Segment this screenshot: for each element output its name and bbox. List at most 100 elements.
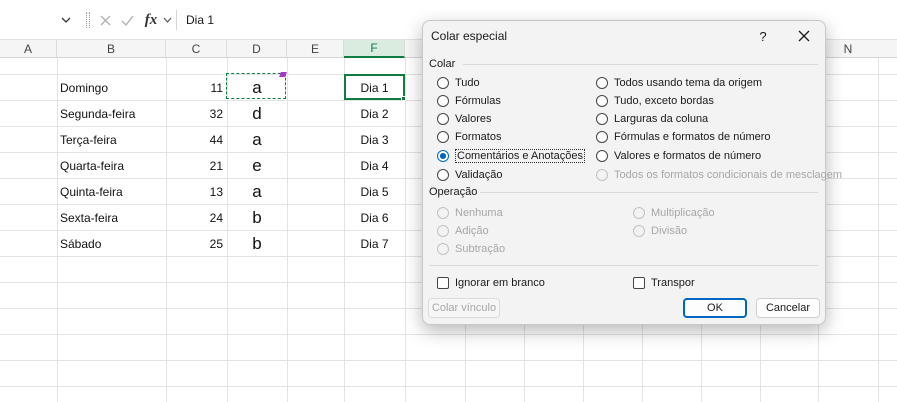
paste-option-column-widths[interactable]: Larguras da coluna xyxy=(596,111,708,127)
group-divider xyxy=(463,64,818,65)
radio-icon xyxy=(596,169,608,181)
checkmark-icon xyxy=(121,15,134,26)
paste-option-except-borders[interactable]: Tudo, exceto bordas xyxy=(596,93,714,109)
column-header-f[interactable]: F xyxy=(344,40,405,58)
help-button[interactable]: ? xyxy=(752,25,774,47)
close-icon xyxy=(100,15,110,25)
cell-b-day[interactable]: Quarta-feira xyxy=(57,153,166,178)
formula-dropdown[interactable] xyxy=(160,9,174,31)
radio-icon xyxy=(596,113,608,125)
skip-blanks-checkbox[interactable]: Ignorar em branco xyxy=(437,275,545,291)
option-label: Divisão xyxy=(651,225,688,237)
column-header-e[interactable]: E xyxy=(287,40,344,58)
cell-b-day[interactable]: Domingo xyxy=(57,75,166,100)
operation-option-divide: Divisão xyxy=(633,223,687,239)
copy-marquee xyxy=(226,73,286,99)
option-label: Validação xyxy=(455,169,503,181)
radio-icon xyxy=(437,95,449,107)
cell-f-label[interactable]: Dia 6 xyxy=(344,205,405,230)
group-divider xyxy=(429,265,818,266)
paste-group-label: Colar xyxy=(429,58,456,70)
paste-option-validation[interactable]: Validação xyxy=(437,167,503,183)
option-label: Tudo xyxy=(455,77,480,89)
cell-d-letter[interactable]: d xyxy=(227,101,287,126)
paste-option-formulas[interactable]: Fórmulas xyxy=(437,93,501,109)
paste-option-merge-conditional-formats: Todos os formatos condicionais de mescla… xyxy=(596,167,842,183)
option-label: Adição xyxy=(455,225,489,237)
column-header-n[interactable]: N xyxy=(818,40,878,58)
cell-f-label[interactable]: Dia 7 xyxy=(344,231,405,256)
cell-d-letter[interactable]: b xyxy=(227,205,287,230)
insert-function-button[interactable]: fx xyxy=(140,9,162,31)
cell-f-label[interactable]: Dia 3 xyxy=(344,127,405,152)
column-header-b[interactable]: B xyxy=(57,40,166,58)
option-label: Tudo, exceto bordas xyxy=(614,95,714,107)
cell-b-day[interactable]: Segunda-feira xyxy=(57,101,166,126)
option-label: Todos usando tema da origem xyxy=(614,77,762,89)
cancel-button[interactable]: Cancelar xyxy=(756,298,820,318)
paste-option-formats[interactable]: Formatos xyxy=(437,129,501,145)
radio-icon xyxy=(437,113,449,125)
operation-option-subtract: Subtração xyxy=(437,241,505,257)
cell-b-day[interactable]: Quinta-feira xyxy=(57,179,166,204)
paste-option-all[interactable]: Tudo xyxy=(437,75,480,91)
cell-c-number[interactable]: 11 xyxy=(166,75,227,100)
option-label: Ignorar em branco xyxy=(455,277,545,289)
chevron-down-icon xyxy=(163,17,171,23)
cell-c-number[interactable]: 44 xyxy=(166,127,227,152)
paste-option-values-number-formats[interactable]: Valores e formatos de número xyxy=(596,148,761,164)
radio-icon xyxy=(596,95,608,107)
operation-group-label: Operação xyxy=(429,186,478,198)
cell-c-number[interactable]: 13 xyxy=(166,179,227,204)
cell-b-day[interactable]: Sábado xyxy=(57,231,166,256)
radio-icon xyxy=(437,77,449,89)
option-label: Larguras da coluna xyxy=(614,113,709,125)
radio-icon xyxy=(633,207,645,219)
radio-icon xyxy=(437,169,449,181)
column-header-d[interactable]: D xyxy=(227,40,287,58)
ok-button[interactable]: OK xyxy=(683,298,747,318)
cell-d-letter[interactable]: b xyxy=(227,231,287,256)
name-box-dropdown[interactable] xyxy=(55,9,77,31)
column-header-c[interactable]: C xyxy=(166,40,227,58)
option-label: Formatos xyxy=(455,131,502,143)
cell-c-number[interactable]: 32 xyxy=(166,101,227,126)
column-header-a[interactable]: A xyxy=(0,40,57,58)
paste-special-dialog: Colar especial ? Colar Tudo Fórmulas Val… xyxy=(422,20,842,325)
paste-link-button: Colar vínculo xyxy=(428,298,500,318)
checkbox-icon xyxy=(633,277,645,289)
radio-icon xyxy=(596,77,608,89)
paste-option-values[interactable]: Valores xyxy=(437,111,491,127)
cell-d-letter[interactable]: a xyxy=(227,179,287,204)
cell-b-day[interactable]: Terça-feira xyxy=(57,127,166,152)
operation-option-multiply: Multiplicação xyxy=(633,205,715,221)
cell-f-label[interactable]: Dia 2 xyxy=(344,101,405,126)
paste-option-source-theme[interactable]: Todos usando tema da origem xyxy=(596,75,762,91)
option-label: Comentários e Anotações xyxy=(455,149,585,163)
radio-selected-icon xyxy=(437,150,449,162)
cell-f-label[interactable]: Dia 5 xyxy=(344,179,405,204)
grid-line xyxy=(0,360,897,361)
cell-d-letter[interactable]: a xyxy=(227,127,287,152)
radio-icon xyxy=(437,225,449,237)
cell-d-letter[interactable]: e xyxy=(227,153,287,178)
paste-option-formulas-number-formats[interactable]: Fórmulas e formatos de número xyxy=(596,129,771,145)
cell-c-number[interactable]: 21 xyxy=(166,153,227,178)
radio-icon xyxy=(437,207,449,219)
paste-option-comments[interactable]: Comentários e Anotações xyxy=(437,148,585,164)
option-label: Todos os formatos condicionais de mescla… xyxy=(614,169,843,181)
option-label: Transpor xyxy=(651,277,695,289)
cell-c-number[interactable]: 24 xyxy=(166,205,227,230)
radio-icon xyxy=(437,131,449,143)
cancel-entry-button[interactable] xyxy=(95,9,115,31)
chevron-down-icon xyxy=(61,17,71,23)
fill-handle[interactable] xyxy=(401,96,406,101)
close-icon xyxy=(798,30,810,42)
cell-c-number[interactable]: 25 xyxy=(166,231,227,256)
cell-b-day[interactable]: Sexta-feira xyxy=(57,205,166,230)
enter-entry-button[interactable] xyxy=(117,9,137,31)
cell-f-label[interactable]: Dia 4 xyxy=(344,153,405,178)
operation-option-none: Nenhuma xyxy=(437,205,503,221)
close-button[interactable] xyxy=(792,24,816,48)
transpose-checkbox[interactable]: Transpor xyxy=(633,275,695,291)
